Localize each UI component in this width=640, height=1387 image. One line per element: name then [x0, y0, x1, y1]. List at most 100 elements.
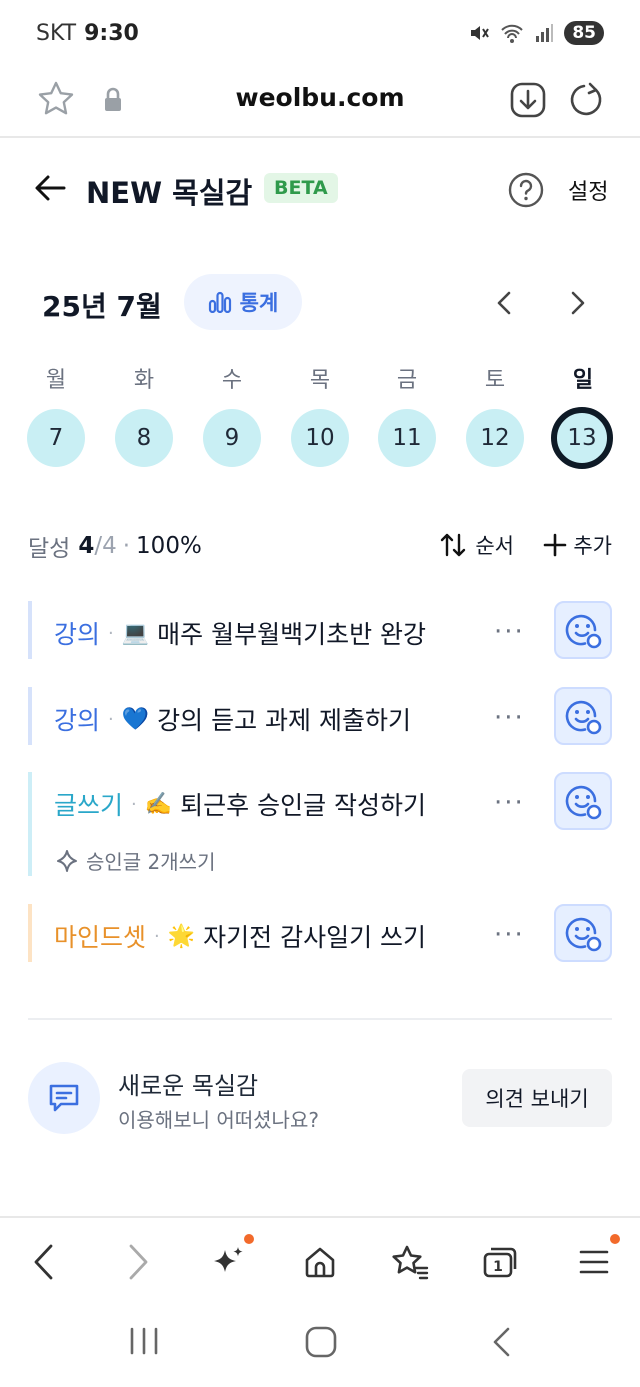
- chevron-left-icon[interactable]: [494, 290, 516, 316]
- recent-apps-icon[interactable]: [128, 1326, 160, 1356]
- page-header: NEW 목실감 BETA 설정: [0, 160, 640, 218]
- carrier-label: SKT: [36, 20, 77, 46]
- browser-bottom-toolbar: 1: [0, 1216, 640, 1302]
- mood-check-button[interactable]: [554, 601, 612, 659]
- task-emoji: 💙: [121, 706, 150, 732]
- separator-dot: ·: [154, 925, 160, 947]
- home-button[interactable]: [298, 1240, 342, 1284]
- order-label: 순서: [475, 534, 514, 558]
- day-7[interactable]: 7: [27, 409, 85, 467]
- smile-face-icon: [565, 917, 602, 952]
- achievement-label: 달성: [28, 536, 71, 562]
- send-feedback-button[interactable]: 의견 보내기: [462, 1069, 612, 1127]
- task-emoji: 🌟: [167, 923, 196, 949]
- weekday-fri: 금: [396, 368, 418, 393]
- smile-face-icon: [565, 700, 602, 735]
- separator-dot: ·: [108, 622, 114, 644]
- feedback-subtitle: 이용해보니 어떠셨나요?: [118, 1108, 319, 1132]
- smile-face-icon: [565, 785, 602, 820]
- task-emoji: 💻: [121, 620, 150, 646]
- weekday-mon: 월: [45, 368, 67, 393]
- task-line: 글쓰기 · ✍️ 퇴근후 승인글 작성하기: [54, 786, 426, 822]
- chevron-right-icon: [129, 1244, 148, 1280]
- task-category: 강의: [54, 706, 101, 735]
- day-10[interactable]: 10: [291, 409, 349, 467]
- day-9[interactable]: 9: [203, 409, 261, 467]
- feedback-banner: 새로운 목실감 이용해보니 어떠셨나요? 의견 보내기: [28, 1062, 612, 1134]
- add-button[interactable]: 추가: [543, 530, 612, 560]
- system-navigation-bar: [0, 1302, 640, 1387]
- separator-dot: ·: [131, 793, 137, 815]
- task-line: 강의 · 💻 매주 월부월백기초반 완강: [54, 615, 426, 651]
- task-item[interactable]: 마인드셋 · 🌟 자기전 감사일기 쓰기 ···: [28, 904, 612, 962]
- task-item[interactable]: 강의 · 💻 매주 월부월백기초반 완강 ···: [28, 601, 612, 659]
- category-bar: [28, 772, 32, 876]
- category-bar: [28, 687, 32, 745]
- reload-icon[interactable]: [566, 80, 606, 120]
- separator-dot: ·: [122, 533, 131, 559]
- browser-forward-button[interactable]: [116, 1240, 160, 1284]
- task-category: 글쓰기: [54, 791, 124, 820]
- task-text: 강의 듣고 과제 제출하기: [157, 706, 411, 735]
- bookmarks-button[interactable]: [388, 1240, 432, 1284]
- home-square-icon[interactable]: [304, 1326, 338, 1358]
- add-label: 추가: [573, 534, 612, 558]
- task-category: 마인드셋: [54, 923, 147, 952]
- chevron-left-icon: [34, 1244, 53, 1280]
- notification-dot: [610, 1234, 620, 1244]
- hamburger-menu-icon: [579, 1250, 609, 1274]
- task-emoji: ✍️: [144, 791, 173, 817]
- tabs-button[interactable]: 1: [478, 1240, 522, 1284]
- settings-link[interactable]: 설정: [568, 174, 608, 206]
- achievement-count: 4: [78, 533, 95, 559]
- day-13-selected[interactable]: 13: [551, 407, 613, 469]
- task-line: 강의 · 💙 강의 듣고 과제 제출하기: [54, 701, 411, 737]
- menu-button[interactable]: [572, 1240, 616, 1284]
- category-bar: [28, 904, 32, 962]
- more-options-icon[interactable]: ···: [494, 617, 525, 647]
- sparkles-icon: [214, 1247, 243, 1272]
- section-divider: [28, 1018, 612, 1020]
- tabs-count-icon: 1: [483, 1247, 517, 1278]
- mood-check-button[interactable]: [554, 772, 612, 830]
- month-navigator: 25년 7월 통계: [0, 274, 640, 332]
- weekday-sat: 토: [484, 368, 506, 393]
- subgoal-text: 승인글 2개쓰기: [86, 850, 216, 874]
- more-options-icon[interactable]: ···: [494, 920, 525, 950]
- mood-check-button[interactable]: [554, 904, 612, 962]
- page-title: NEW 목실감: [86, 176, 253, 210]
- day-12[interactable]: 12: [466, 409, 524, 467]
- category-bar: [28, 601, 32, 659]
- task-category: 강의: [54, 620, 101, 649]
- browser-back-button[interactable]: [22, 1240, 66, 1284]
- battery-indicator: 85: [564, 21, 604, 45]
- sort-icon: [441, 533, 466, 557]
- task-item[interactable]: 글쓰기 · ✍️ 퇴근후 승인글 작성하기 ··· 승인글 2개쓰기: [28, 772, 612, 876]
- task-text: 자기전 감사일기 쓰기: [203, 923, 427, 952]
- task-subgoal: 승인글 2개쓰기: [56, 846, 215, 875]
- ai-sparkle-button[interactable]: [207, 1240, 251, 1284]
- download-icon[interactable]: [508, 80, 548, 120]
- weekday-wed: 수: [221, 368, 243, 393]
- more-options-icon[interactable]: ···: [494, 788, 525, 818]
- feedback-title: 새로운 목실감: [118, 1072, 259, 1100]
- system-back-icon[interactable]: [490, 1326, 514, 1358]
- order-button[interactable]: 순서: [439, 530, 514, 560]
- task-text: 퇴근후 승인글 작성하기: [180, 791, 427, 820]
- month-label: 25년 7월: [42, 290, 162, 323]
- day-8[interactable]: 8: [115, 409, 173, 467]
- help-icon[interactable]: [508, 172, 544, 208]
- achievement-percent: 100%: [136, 533, 202, 559]
- separator-dot: ·: [108, 708, 114, 730]
- wifi-icon: [501, 24, 524, 43]
- chevron-right-icon[interactable]: [566, 290, 588, 316]
- task-item[interactable]: 강의 · 💙 강의 듣고 과제 제출하기 ···: [28, 687, 612, 745]
- achievement-total: /4: [94, 533, 117, 559]
- mood-check-button[interactable]: [554, 687, 612, 745]
- more-options-icon[interactable]: ···: [494, 703, 525, 733]
- day-11[interactable]: 11: [378, 409, 436, 467]
- back-arrow-icon[interactable]: [34, 174, 66, 202]
- stats-button[interactable]: 통계: [184, 274, 302, 330]
- task-line: 마인드셋 · 🌟 자기전 감사일기 쓰기: [54, 918, 426, 954]
- clock: 9:30: [84, 20, 139, 46]
